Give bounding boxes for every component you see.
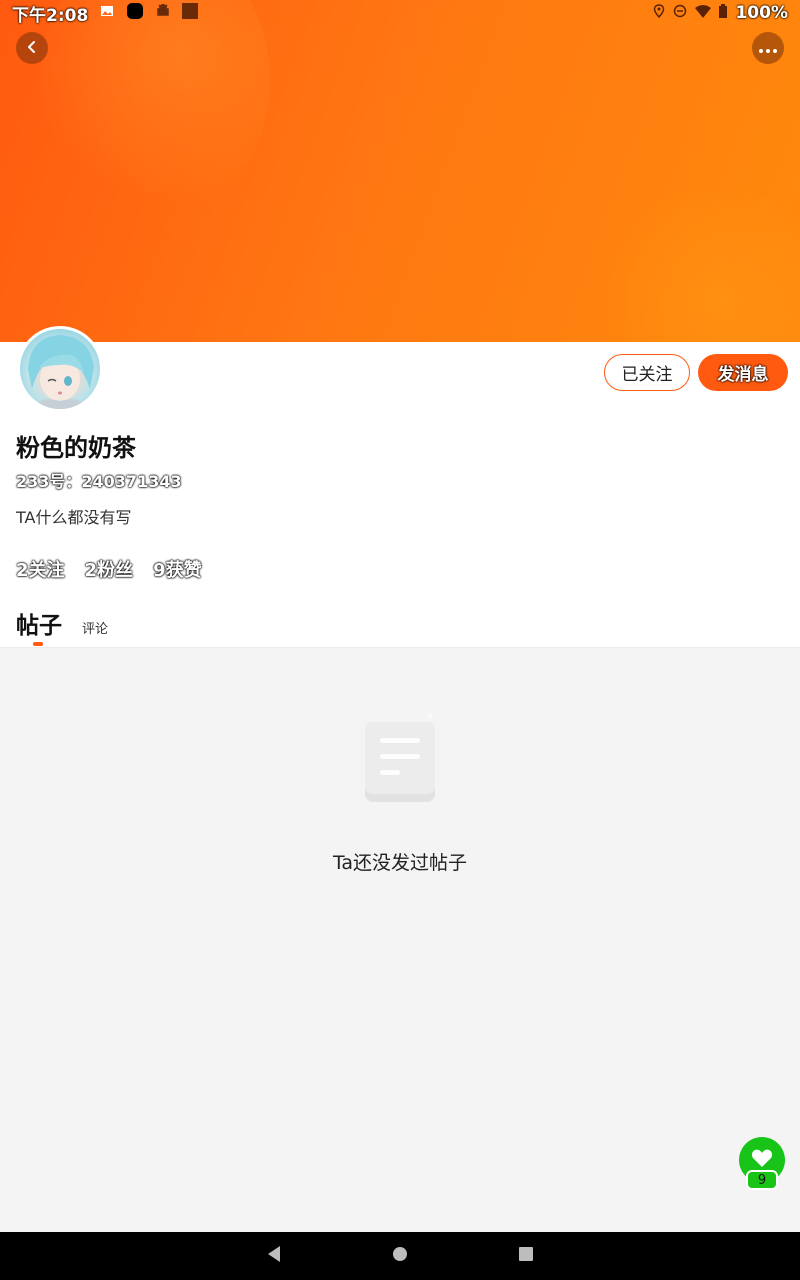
- following-button[interactable]: 已关注: [604, 354, 690, 391]
- tab-comments[interactable]: 评论: [82, 618, 108, 640]
- android-icon: [156, 3, 170, 24]
- like-count-badge: 9: [746, 1170, 778, 1190]
- status-bar: 下午2:08 100%: [0, 0, 800, 26]
- location-icon: [653, 3, 665, 23]
- more-dots-icon: [758, 39, 778, 58]
- profile-name: 粉色的奶茶: [16, 434, 136, 462]
- recents-square-icon[interactable]: [518, 1246, 534, 1266]
- dnd-icon: [673, 3, 687, 23]
- empty-state-text: Ta还没发过帖子: [332, 852, 468, 874]
- profile-stats: 2关注 2粉丝 9获赞: [16, 556, 202, 582]
- stat-likes: 9获赞: [153, 560, 202, 581]
- profile-tabs: 帖子 评论: [16, 606, 108, 646]
- home-circle-icon[interactable]: [392, 1246, 408, 1266]
- stat-fans[interactable]: 2粉丝: [85, 556, 134, 582]
- avatar-illustration: [28, 335, 94, 409]
- posts-empty-state: Ta还没发过帖子: [0, 647, 800, 1232]
- chevron-left-icon: [25, 39, 39, 58]
- tab-posts[interactable]: 帖子: [16, 606, 62, 646]
- back-triangle-icon[interactable]: [266, 1245, 282, 1267]
- battery-icon: [719, 3, 728, 23]
- image-icon: [100, 3, 114, 23]
- avatar[interactable]: [17, 326, 103, 412]
- profile-uid: 233号：240371343: [16, 472, 182, 491]
- profile-banner: [0, 0, 800, 342]
- square-icon: [182, 2, 199, 24]
- more-options-button[interactable]: [752, 32, 784, 64]
- system-navigation-bar: [0, 1232, 800, 1280]
- wifi-icon: [695, 3, 712, 23]
- back-button[interactable]: [16, 32, 48, 64]
- stat-following[interactable]: 2关注: [16, 556, 65, 582]
- send-message-button[interactable]: 发消息: [698, 354, 788, 391]
- banner-decoration: [40, 0, 270, 220]
- app-icon: [126, 2, 144, 25]
- heart-icon: [751, 1148, 773, 1172]
- battery-percent: 100%: [735, 3, 788, 23]
- profile-card: 已关注 发消息 粉色的奶茶 233号：240371343 TA什么都没有写 2关…: [0, 326, 800, 647]
- status-time: 下午2:08: [12, 5, 89, 26]
- document-icon: [364, 708, 436, 808]
- profile-bio: TA什么都没有写: [16, 508, 132, 527]
- banner-decoration: [590, 190, 800, 342]
